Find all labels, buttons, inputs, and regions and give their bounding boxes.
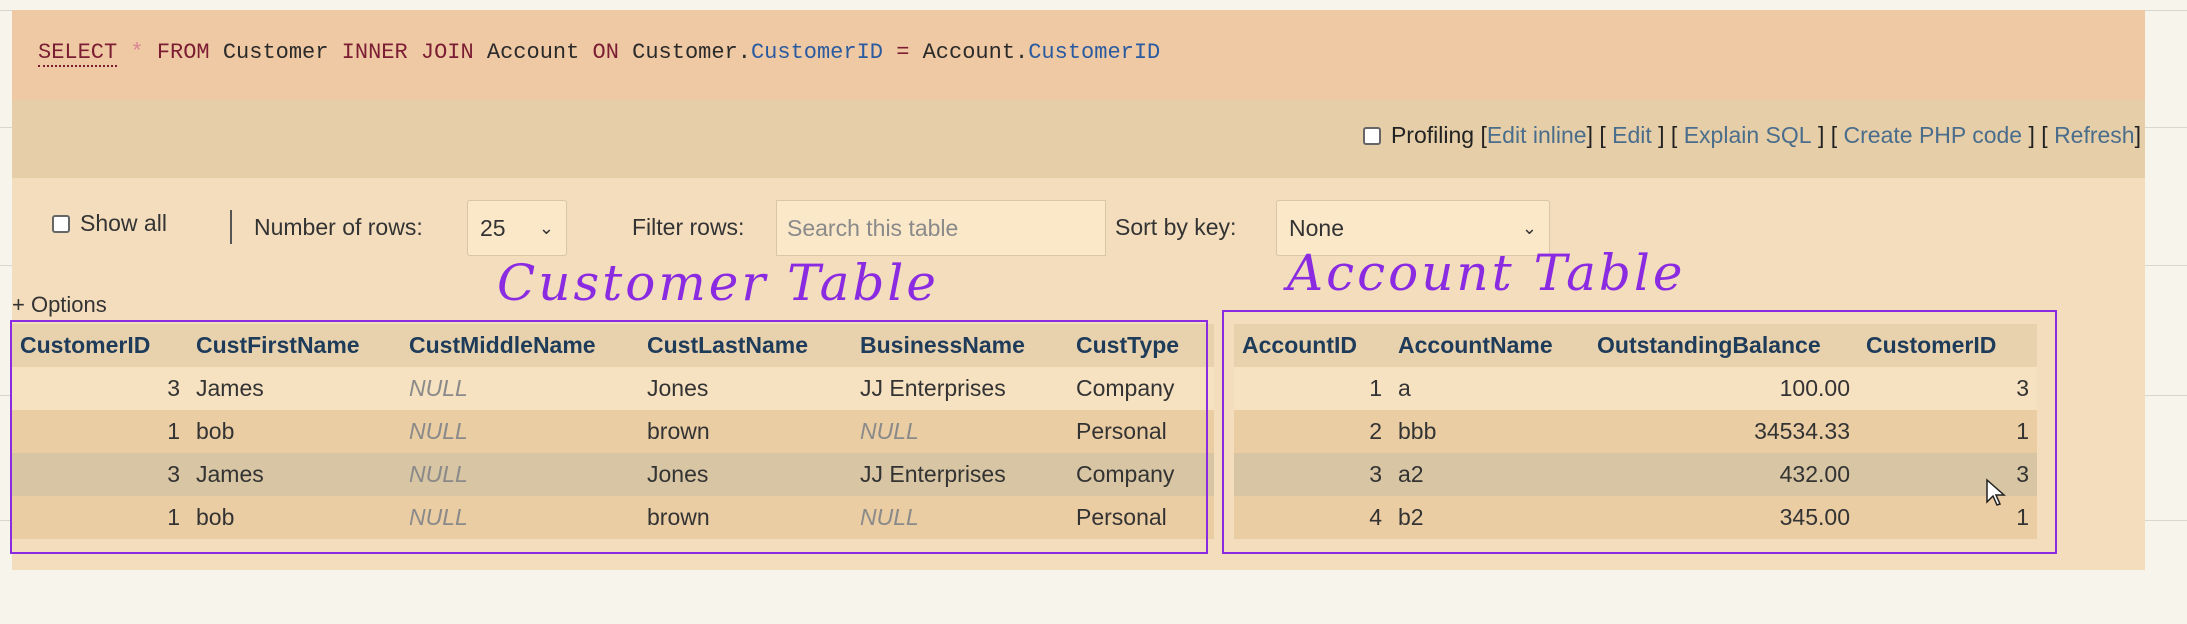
filter-label: Filter rows: — [632, 214, 744, 241]
query-actions: Profiling [Edit inline] [ Edit ] [ Expla… — [1362, 122, 2141, 149]
query-action-bar: Profiling [Edit inline] [ Edit ] [ Expla… — [12, 100, 2145, 178]
options-toggle[interactable]: + Options — [12, 292, 107, 318]
show-all-label: Show all — [80, 210, 167, 236]
chevron-down-icon: ⌄ — [538, 217, 554, 238]
edit-inline-link[interactable]: Edit inline — [1487, 122, 1587, 149]
sql-select-keyword[interactable]: SELECT — [38, 40, 118, 67]
sort-label: Sort by key: — [1115, 214, 1236, 241]
sql-query: SELECT * FROM Customer INNER JOIN Accoun… — [38, 40, 1161, 67]
edit-link[interactable]: Edit — [1612, 122, 1652, 149]
account-table-annotation-box — [1222, 310, 2057, 554]
sort-label-text: Sort by key: — [1115, 214, 1237, 240]
show-all-checkbox[interactable] — [52, 214, 70, 233]
customer-table-annotation-box — [10, 320, 1208, 554]
rows-per-page-value: 25 — [480, 214, 506, 241]
mouse-cursor-icon — [1986, 478, 2006, 506]
controls-divider — [230, 210, 232, 244]
filter-rows-input[interactable] — [776, 200, 1106, 256]
create-php-code-link[interactable]: Create PHP code — [1844, 122, 2023, 149]
explain-sql-link[interactable]: Explain SQL — [1684, 122, 1812, 149]
sql-right-table: Account. — [922, 40, 1029, 65]
sql-star: * — [130, 40, 144, 65]
sql-on-keyword: ON — [592, 40, 619, 65]
rows-label: Number of rows: — [254, 214, 423, 241]
profiling-checkbox[interactable] — [1362, 126, 1381, 145]
sql-query-bar: SELECT * FROM Customer INNER JOIN Accoun… — [12, 10, 2145, 100]
sql-table-customer: Customer — [222, 40, 329, 65]
chevron-down-icon: ⌄ — [1521, 217, 1537, 238]
profiling-label: Profiling — [1390, 122, 1475, 148]
customer-table-annotation: Customer Table — [497, 254, 939, 312]
sql-join-keyword: INNER JOIN — [341, 40, 474, 65]
sort-by-key-value: None — [1289, 214, 1344, 241]
rows-label-text: Number of rows: — [254, 214, 423, 240]
refresh-link[interactable]: Refresh — [2054, 122, 2135, 149]
sql-table-account: Account — [486, 40, 580, 65]
rows-per-page-select[interactable]: 25 ⌄ — [467, 200, 567, 256]
query-result-panel: SELECT * FROM Customer INNER JOIN Accoun… — [10, 10, 2145, 570]
account-table-annotation: Account Table — [1287, 244, 1686, 302]
sql-equals: = — [896, 40, 910, 65]
sql-left-field: CustomerID — [750, 40, 883, 65]
sql-left-table: Customer. — [632, 40, 751, 65]
sql-from-keyword: FROM — [156, 40, 210, 65]
filter-label-text: Filter rows: — [632, 214, 745, 240]
show-all-control[interactable]: Show all — [52, 210, 167, 237]
sql-right-field: CustomerID — [1028, 40, 1161, 65]
